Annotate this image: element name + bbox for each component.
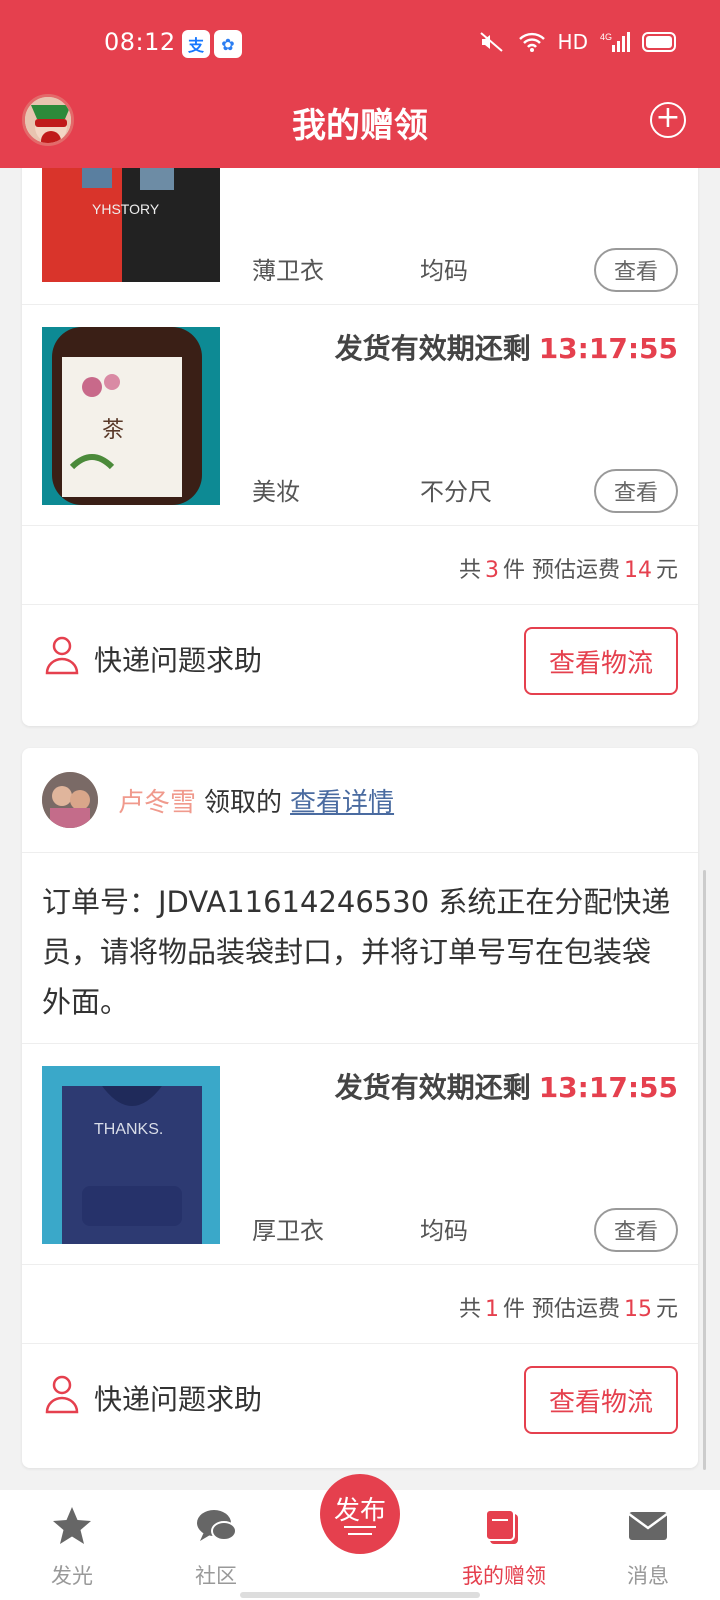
deadline-label: 发货有效期还剩 xyxy=(334,332,531,365)
chat-bubbles-icon xyxy=(197,1510,237,1541)
view-logistics-button[interactable]: 查看物流 xyxy=(524,627,678,695)
item-category: 美妆 xyxy=(252,478,300,506)
envelope-icon xyxy=(628,1512,668,1540)
item-size: 均码 xyxy=(420,257,468,285)
item-count: 1 xyxy=(484,1297,499,1322)
item-category: 厚卫衣 xyxy=(252,1217,324,1245)
order-summary: 共1件 预估运费 15 元 xyxy=(22,1265,698,1343)
claim-verb: 领取的 xyxy=(204,788,283,818)
svg-text:YHSTORY: YHSTORY xyxy=(92,201,160,217)
wifi-icon xyxy=(518,32,545,52)
view-button[interactable]: 查看 xyxy=(594,248,678,292)
view-logistics-button[interactable]: 查看物流 xyxy=(524,1366,678,1434)
express-help-link[interactable]: 快递问题求助 xyxy=(94,1378,262,1418)
alipay-icon: 支 xyxy=(182,30,210,58)
nav-label: 我的赠领 xyxy=(462,1564,546,1588)
express-help-link[interactable]: 快递问题求助 xyxy=(94,639,262,679)
shipping-fee: 15 xyxy=(623,1297,652,1322)
signal-icon: 4G xyxy=(600,32,630,52)
svg-text:4G: 4G xyxy=(600,32,612,42)
claimer-name[interactable]: 卢冬雪 xyxy=(118,788,196,818)
ship-deadline: 发货有效期还剩 13:17:55 xyxy=(335,327,678,367)
item-photo: THANKS. xyxy=(42,1066,220,1244)
claim-row: 卢冬雪 领取的 查看详情 xyxy=(22,748,698,852)
svg-text:THANKS.: THANKS. xyxy=(94,1121,163,1138)
svg-text:茶: 茶 xyxy=(102,417,124,442)
nav-label: 发光 xyxy=(51,1564,93,1588)
item-size: 均码 xyxy=(420,1217,468,1245)
nav-item-community[interactable]: 社区 xyxy=(144,1490,288,1600)
nav-label: 消息 xyxy=(627,1564,669,1588)
baidu-icon: ✿ xyxy=(214,30,242,58)
status-indicators: HD 4G xyxy=(478,30,676,54)
hd-indicator: HD xyxy=(557,30,588,54)
person-icon[interactable] xyxy=(44,635,80,675)
ship-deadline: 发货有效期还剩 13:17:55 xyxy=(335,1066,678,1106)
order-card: 卢冬雪 领取的 查看详情 订单号：JDVA11614246530 系统正在分配快递员… xyxy=(22,748,698,1468)
currency: 元 xyxy=(655,558,678,583)
nav-item-my-claims[interactable]: 我的赠领 xyxy=(432,1490,576,1600)
nav-item-messages[interactable]: 消息 xyxy=(576,1490,720,1600)
deadline-countdown: 13:17:55 xyxy=(538,1071,678,1104)
page-title: 我的赠领 xyxy=(292,106,428,146)
battery-icon xyxy=(642,32,676,52)
nav-item-shine[interactable]: 发光 xyxy=(0,1490,144,1600)
bottom-nav: 发光 社区 发布 我的赠领 消息 xyxy=(0,1474,720,1600)
view-button[interactable]: 查看 xyxy=(594,1208,678,1252)
item-row: 茶 发货有效期还剩 13:17:55 美妆 不分尺 查看 xyxy=(22,305,698,525)
add-icon[interactable]: + xyxy=(650,102,686,138)
gift-box-icon xyxy=(485,1509,518,1544)
order-note: 订单号：JDVA11614246530 系统正在分配快递员，请将物品装袋封口，并… xyxy=(42,885,671,1019)
item-category: 薄卫衣 xyxy=(252,257,324,285)
summary-prefix: 共 xyxy=(458,1297,481,1322)
star-icon xyxy=(53,1507,91,1544)
help-row: 快递问题求助 查看物流 xyxy=(22,1344,698,1458)
publish-button[interactable]: 发布 xyxy=(320,1474,400,1554)
deadline-label: 发货有效期还剩 xyxy=(334,1071,531,1104)
scrollbar[interactable] xyxy=(703,870,706,1470)
summary-unit: 件 预估运费 xyxy=(502,558,620,583)
status-time: 08:12 xyxy=(104,28,176,56)
help-row: 快递问题求助 查看物流 xyxy=(22,605,698,719)
status-bar: 08:12 支 ✿ HD 4G xyxy=(0,0,720,88)
nav-label: 社区 xyxy=(195,1564,237,1588)
person-icon[interactable] xyxy=(44,1374,80,1414)
order-card: YHSTORY 薄卫衣 均码 查看 茶 发货有效期还剩 13:17:55 美妆 不… xyxy=(22,130,698,726)
shipping-fee: 14 xyxy=(623,558,652,583)
item-photo: 茶 xyxy=(42,327,220,505)
item-count: 3 xyxy=(484,558,499,583)
app-header: 08:12 支 ✿ HD 4G 我的赠领 + xyxy=(0,0,720,168)
summary-prefix: 共 xyxy=(458,558,481,583)
publish-icon xyxy=(344,1526,376,1535)
deadline-countdown: 13:17:55 xyxy=(538,332,678,365)
summary-unit: 件 预估运费 xyxy=(502,1297,620,1322)
currency: 元 xyxy=(655,1297,678,1322)
item-row: THANKS. 发货有效期还剩 13:17:55 厚卫衣 均码 查看 xyxy=(22,1044,698,1264)
view-button[interactable]: 查看 xyxy=(594,469,678,513)
item-size: 不分尺 xyxy=(420,478,492,506)
home-indicator[interactable] xyxy=(240,1592,480,1598)
publish-label: 发布 xyxy=(333,1496,386,1526)
claimer-avatar[interactable] xyxy=(42,772,98,828)
mute-icon xyxy=(479,32,503,52)
view-details-link[interactable]: 查看详情 xyxy=(290,788,394,818)
order-summary: 共3件 预估运费 14 元 xyxy=(22,526,698,604)
